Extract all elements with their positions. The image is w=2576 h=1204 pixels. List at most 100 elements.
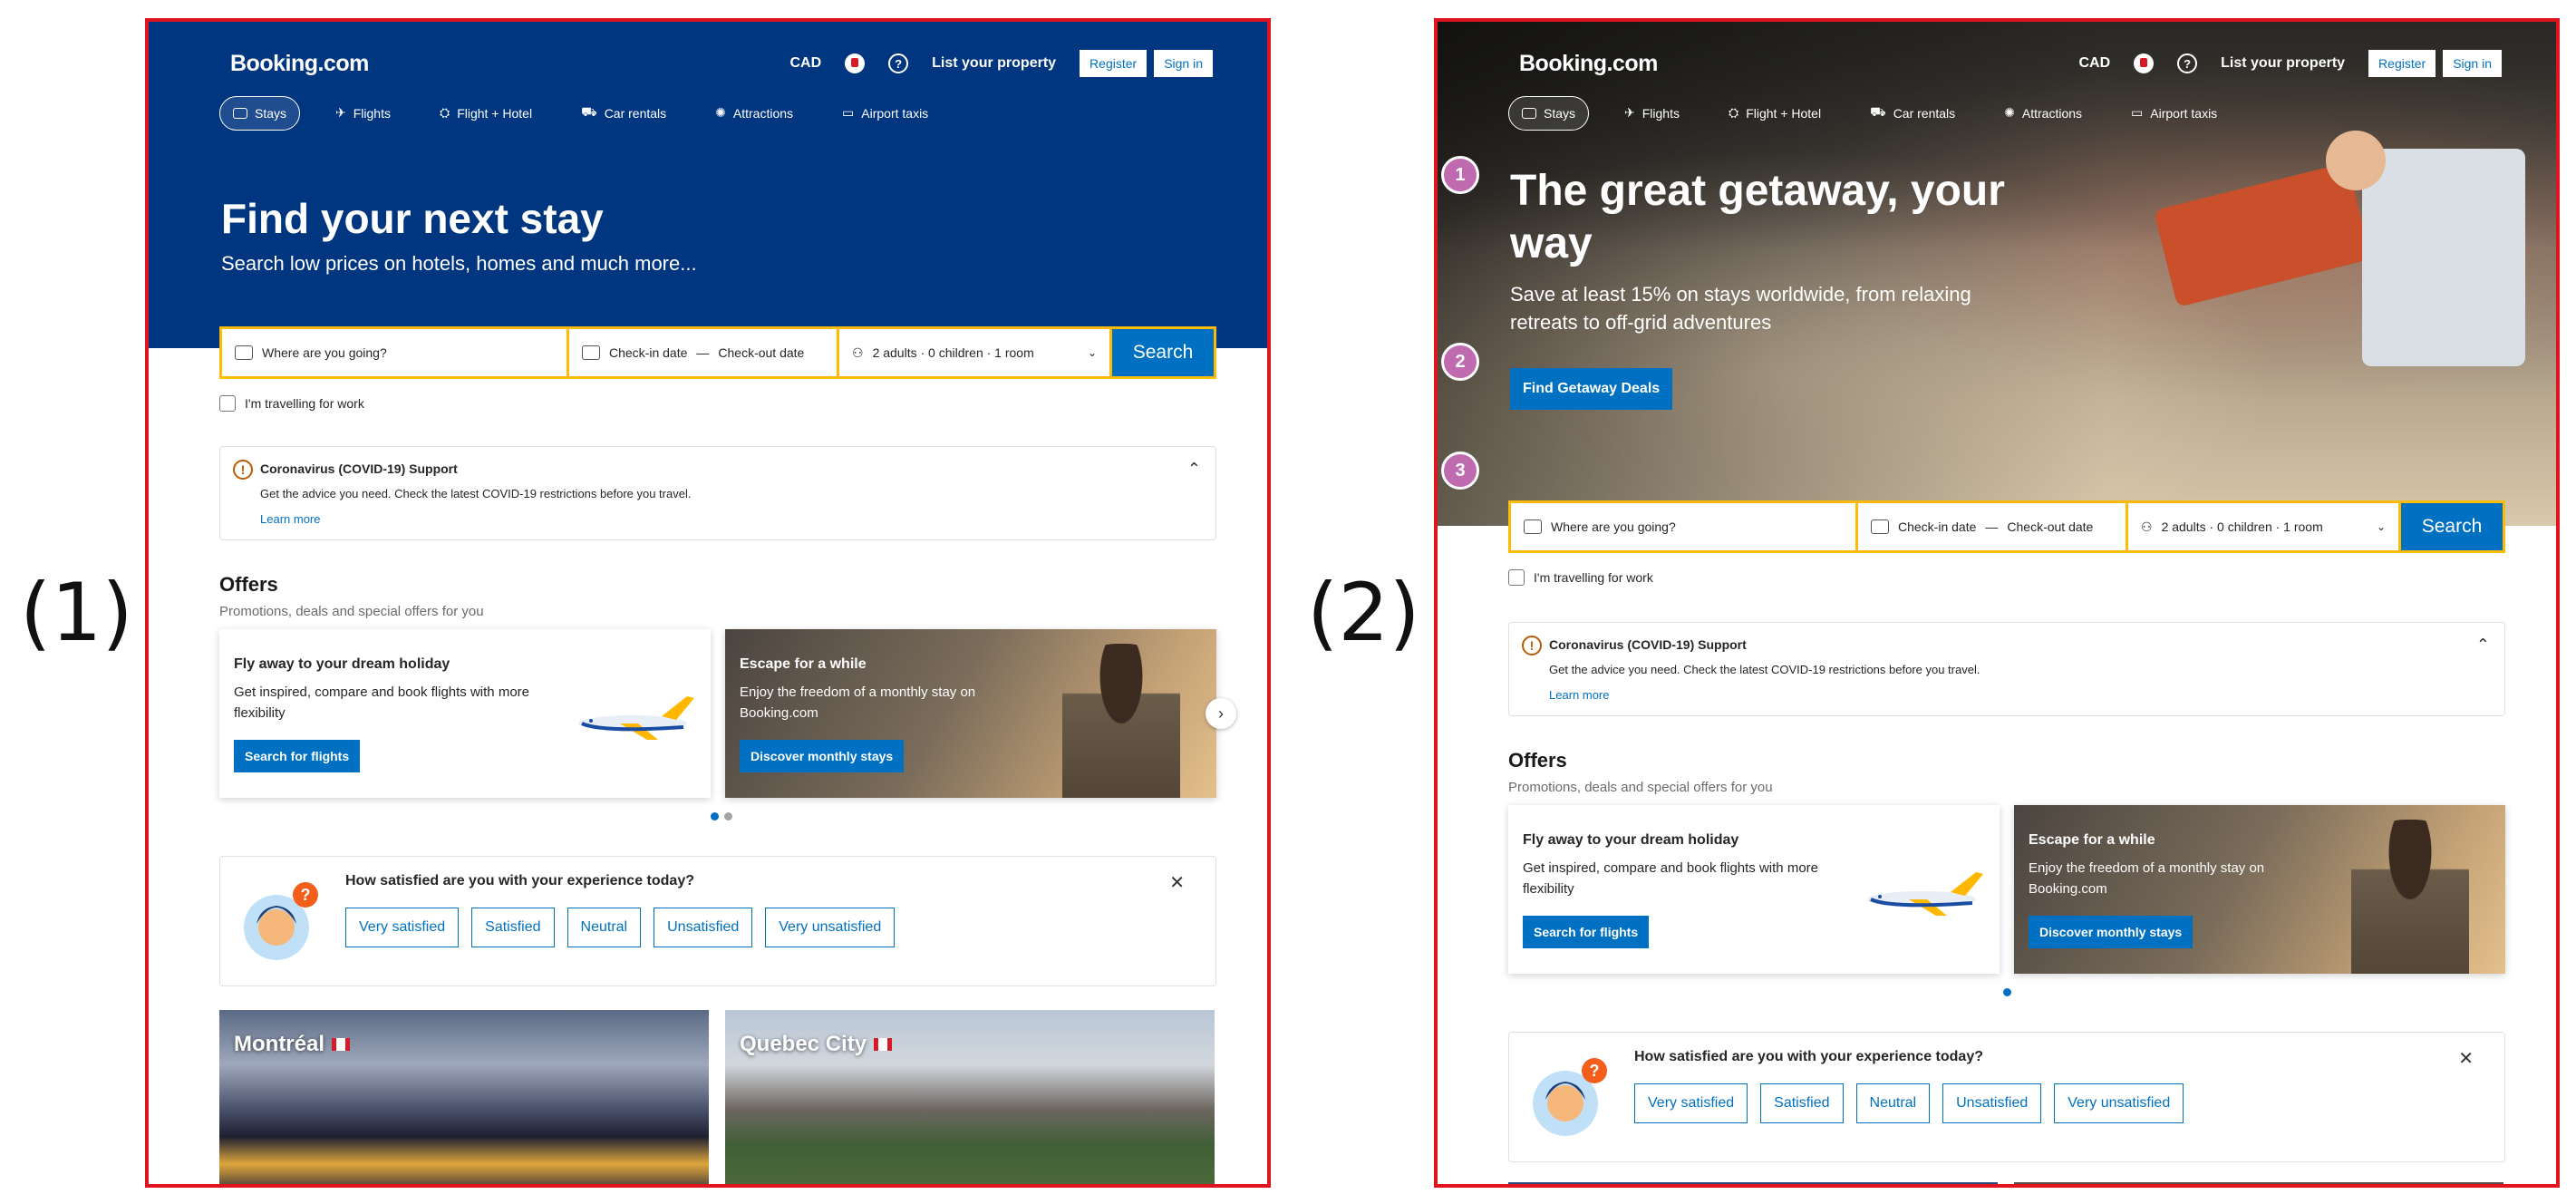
chevron-right-icon[interactable]: › (1206, 698, 1236, 729)
taxi-icon: ▭ (2131, 105, 2144, 120)
offers-subtitle: Promotions, deals and special offers for… (1508, 780, 1773, 795)
plane-icon: ✈ (1624, 105, 1635, 120)
carousel-dot[interactable] (711, 812, 719, 820)
tab-attractions[interactable]: ✺ Attractions (1990, 95, 2096, 131)
offer-title: Escape for a while (740, 656, 867, 672)
white-shirt-figure (2362, 149, 2525, 366)
currency-selector[interactable]: CAD (789, 55, 821, 72)
tab-stays[interactable]: Stays (219, 95, 301, 131)
info-icon: ! (233, 460, 253, 480)
tab-flight-hotel[interactable]: ⛭ Flight + Hotel (1715, 95, 1835, 131)
covid-title: Coronavirus (COVID-19) Support (260, 461, 458, 476)
option-satisfied[interactable]: Satisfied (471, 908, 555, 947)
city-card-quebec[interactable]: Quebec City (725, 1010, 1215, 1184)
tab-car-rentals[interactable]: ⛟ Car rentals (567, 94, 680, 131)
option-very-satisfied[interactable]: Very satisfied (345, 908, 460, 947)
search-button[interactable]: Search (1112, 329, 1214, 376)
destination-input[interactable]: Where are you going? (222, 329, 567, 376)
chevron-down-icon: ⌄ (1087, 346, 1097, 359)
covid-title: Coronavirus (COVID-19) Support (1549, 637, 1747, 652)
screenshot-panel-2: Booking.com CAD ? List your property Reg… (1434, 18, 2560, 1188)
title-line: The great getaway, your (1510, 167, 2005, 215)
plane-icon: ✈ (335, 105, 346, 120)
guests-label: 2 adults · 0 children · 1 room (2161, 519, 2323, 534)
date-picker[interactable]: Check-in date — Check-out date (569, 329, 837, 376)
option-satisfied[interactable]: Satisfied (1760, 1083, 1844, 1123)
close-icon[interactable]: ✕ (1169, 871, 1185, 894)
offer-card-flights[interactable]: Fly away to your dream holiday Get inspi… (219, 629, 711, 798)
tab-car-rentals[interactable]: ⛟ Car rentals (1856, 94, 1969, 131)
sign-in-button[interactable]: Sign in (1154, 50, 1213, 77)
survey-question: How satisfied are you with your experien… (1634, 1049, 1983, 1064)
city-card-montreal[interactable]: Montréal (219, 1010, 709, 1184)
register-button[interactable]: Register (2368, 50, 2436, 77)
find-deals-button[interactable]: Find Getaway Deals (1510, 368, 1673, 410)
guests-selector[interactable]: ⚇ 2 adults · 0 children · 1 room ⌄ (2128, 503, 2398, 550)
learn-more-link[interactable]: Learn more (1549, 688, 1609, 702)
learn-more-link[interactable]: Learn more (260, 512, 320, 526)
carousel-dots (2003, 988, 2011, 996)
carousel-dot[interactable] (724, 812, 732, 820)
offer-title: Fly away to your dream holiday (234, 656, 450, 672)
offer-description: Get inspired, compare and book flights w… (234, 685, 529, 722)
covid-notice: ! Coronavirus (COVID-19) Support Get the… (219, 446, 1216, 540)
page-subtitle: Search low prices on hotels, homes and m… (221, 252, 697, 275)
tab-flight-hotel[interactable]: ⛭ Flight + Hotel (426, 95, 546, 131)
help-icon[interactable]: ? (2177, 53, 2198, 73)
tab-attractions[interactable]: ✺ Attractions (702, 95, 807, 131)
tab-stays[interactable]: Stays (1508, 95, 1590, 131)
option-very-unsatisfied[interactable]: Very unsatisfied (765, 908, 896, 947)
work-travel-option[interactable]: I'm travelling for work (1508, 569, 1653, 586)
carousel-dot[interactable] (2003, 988, 2011, 996)
monthly-stays-button[interactable]: Discover monthly stays (740, 740, 905, 772)
offer-card-monthly[interactable]: Escape for a while Enjoy the freedom of … (2014, 805, 2505, 974)
chevron-up-icon[interactable]: ⌃ (2476, 636, 2490, 655)
canada-flag-icon[interactable] (845, 53, 866, 73)
panel-label-2: (2) (1307, 566, 1420, 659)
monthly-stays-button[interactable]: Discover monthly stays (2029, 916, 2193, 948)
list-property-link[interactable]: List your property (932, 55, 1056, 72)
guests-selector[interactable]: ⚇ 2 adults · 0 children · 1 room ⌄ (839, 329, 1109, 376)
tab-airport-taxis[interactable]: ▭ Airport taxis (2117, 95, 2231, 131)
register-button[interactable]: Register (1080, 50, 1148, 77)
tab-flights[interactable]: ✈ Flights (1611, 95, 1693, 131)
offer-card-flights[interactable]: Fly away to your dream holiday Get inspi… (1508, 805, 2000, 974)
booking-logo[interactable]: Booking.com (230, 51, 369, 77)
search-bar: Where are you going? Check-in date — Check… (219, 326, 1216, 379)
option-very-satisfied[interactable]: Very satisfied (1634, 1083, 1748, 1123)
work-label: I'm travelling for work (1534, 570, 1653, 585)
work-checkbox[interactable] (1508, 569, 1525, 586)
canada-flag-icon[interactable] (2134, 53, 2155, 73)
option-neutral[interactable]: Neutral (567, 908, 642, 947)
comparison-figure: (1) (2) Booking.com CAD ? List your prop… (0, 0, 2576, 1204)
date-picker[interactable]: Check-in date — Check-out date (1858, 503, 2126, 550)
help-icon[interactable]: ? (888, 53, 909, 73)
checkin-label: Check-in date (1898, 519, 1977, 534)
option-unsatisfied[interactable]: Unsatisfied (654, 908, 753, 947)
step-marker-1: 1 (1441, 156, 1479, 194)
chevron-up-icon[interactable]: ⌃ (1187, 460, 1201, 479)
search-flights-button[interactable]: Search for flights (1523, 916, 1650, 948)
option-unsatisfied[interactable]: Unsatisfied (1942, 1083, 2042, 1123)
booking-logo[interactable]: Booking.com (1519, 51, 1658, 77)
list-property-link[interactable]: List your property (2221, 55, 2345, 72)
svg-text:?: ? (301, 886, 311, 904)
tab-flights[interactable]: ✈ Flights (322, 95, 404, 131)
search-flights-button[interactable]: Search for flights (234, 740, 361, 772)
flight-hotel-icon: ⛭ (439, 105, 450, 120)
search-button[interactable]: Search (2401, 503, 2503, 550)
option-very-unsatisfied[interactable]: Very unsatisfied (2054, 1083, 2184, 1123)
option-neutral[interactable]: Neutral (1855, 1083, 1931, 1123)
currency-selector[interactable]: CAD (2078, 55, 2110, 72)
work-checkbox[interactable] (219, 395, 236, 412)
destination-placeholder: Where are you going? (1551, 519, 1676, 534)
tab-airport-taxis[interactable]: ▭ Airport taxis (828, 95, 942, 131)
survey-avatar-icon: ? (1533, 1058, 1607, 1136)
calendar-icon (582, 345, 600, 360)
close-icon[interactable]: ✕ (2458, 1047, 2474, 1070)
checkin-label: Check-in date (609, 345, 688, 360)
destination-input[interactable]: Where are you going? (1511, 503, 1855, 550)
offer-card-monthly[interactable]: Escape for a while Enjoy the freedom of … (725, 629, 1216, 798)
sign-in-button[interactable]: Sign in (2443, 50, 2502, 77)
work-travel-option[interactable]: I'm travelling for work (219, 395, 364, 412)
